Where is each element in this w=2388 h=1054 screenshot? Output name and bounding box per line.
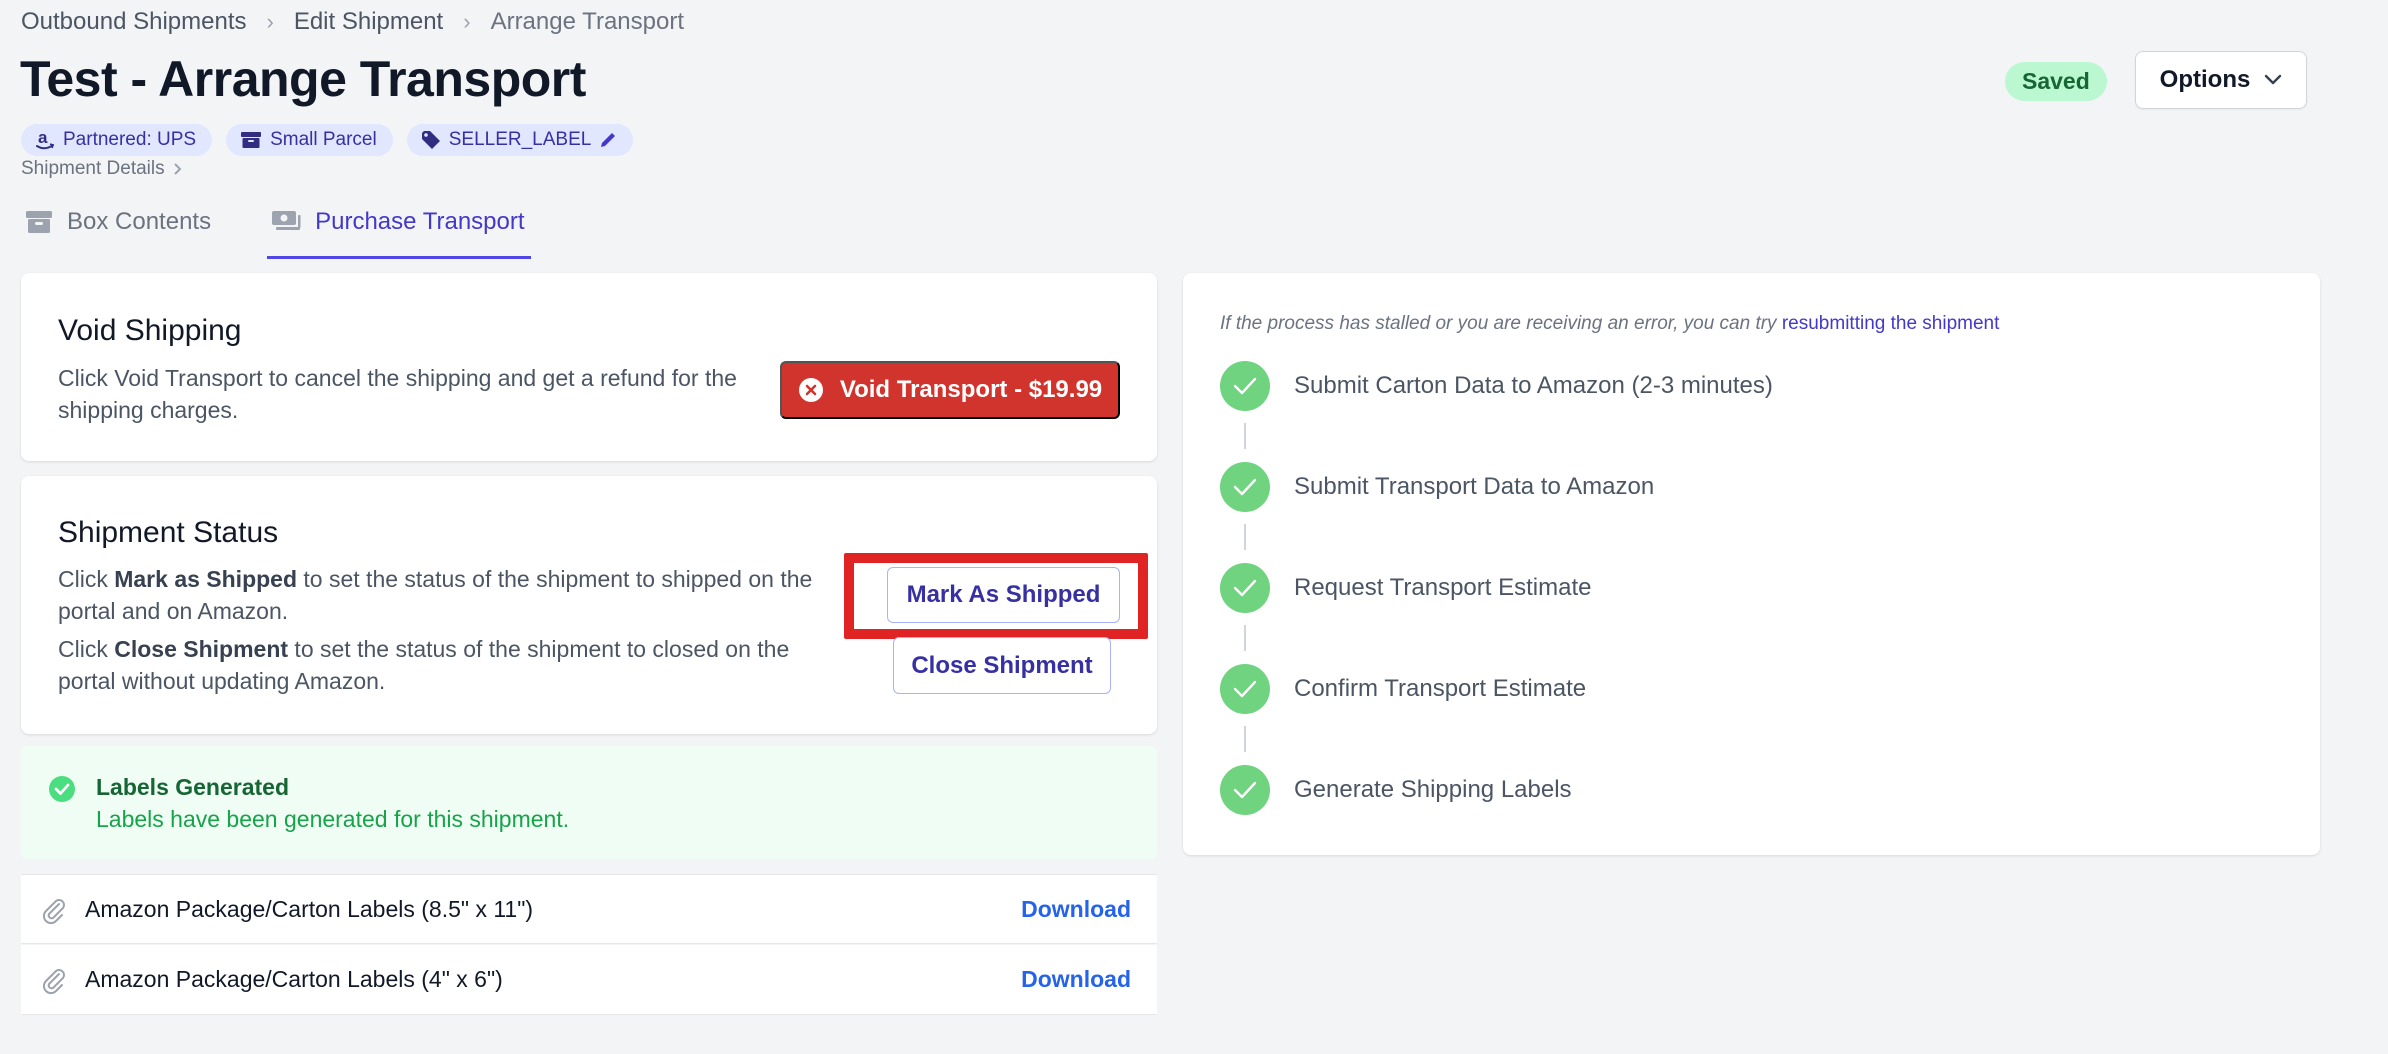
file-row: Amazon Package/Carton Labels (4" x 6") D… bbox=[21, 945, 1157, 1015]
breadcrumb-arrange-transport: Arrange Transport bbox=[490, 8, 684, 35]
pencil-icon[interactable] bbox=[599, 131, 617, 149]
tab-bar: Box Contents Purchase Transport bbox=[21, 196, 581, 259]
process-step: Generate Shipping Labels bbox=[1220, 765, 1572, 815]
void-transport-label: Void Transport - $19.99 bbox=[839, 376, 1103, 403]
labels-generated-text: Labels have been generated for this ship… bbox=[96, 806, 570, 832]
resubmit-note: If the process has stalled or you are re… bbox=[1220, 313, 2000, 334]
step-connector bbox=[1244, 524, 1246, 550]
labels-generated-banner: Labels Generated Labels have been genera… bbox=[21, 746, 1157, 859]
step-connector bbox=[1244, 625, 1246, 651]
process-step: Submit Transport Data to Amazon bbox=[1220, 462, 1654, 512]
options-button[interactable]: Options bbox=[2135, 51, 2307, 109]
archive-box-icon bbox=[241, 132, 262, 148]
tag-seller-label[interactable]: SELLER_LABEL bbox=[406, 124, 634, 156]
shipment-details-label: Shipment Details bbox=[21, 158, 165, 179]
check-icon bbox=[1220, 765, 1270, 815]
tag-small-parcel: Small Parcel bbox=[226, 124, 393, 156]
amazon-icon: a bbox=[36, 129, 55, 150]
check-icon bbox=[1220, 462, 1270, 512]
process-steps-card: If the process has stalled or you are re… bbox=[1183, 273, 2320, 855]
chevron-down-icon bbox=[2265, 74, 2282, 85]
shipment-status-title: Shipment Status bbox=[58, 516, 279, 549]
tab-purchase-transport[interactable]: Purchase Transport bbox=[267, 196, 531, 259]
process-step: Submit Carton Data to Amazon (2-3 minute… bbox=[1220, 361, 1773, 411]
check-icon bbox=[1220, 563, 1270, 613]
check-icon bbox=[1220, 664, 1270, 714]
step-label: Request Transport Estimate bbox=[1294, 574, 1592, 601]
options-button-label: Options bbox=[2159, 66, 2251, 93]
download-link[interactable]: Download bbox=[1021, 896, 1131, 923]
download-link[interactable]: Download bbox=[1021, 966, 1131, 993]
step-label: Generate Shipping Labels bbox=[1294, 776, 1572, 803]
page-title: Test - Arrange Transport bbox=[20, 51, 586, 107]
archive-box-icon bbox=[26, 211, 52, 233]
highlight-box bbox=[844, 553, 1148, 639]
step-label: Submit Transport Data to Amazon bbox=[1294, 473, 1655, 500]
check-icon bbox=[1220, 361, 1270, 411]
void-shipping-title: Void Shipping bbox=[58, 314, 242, 347]
tab-label: Purchase Transport bbox=[315, 208, 525, 235]
file-name: Amazon Package/Carton Labels (8.5" x 11"… bbox=[85, 895, 534, 922]
file-name: Amazon Package/Carton Labels (4" x 6") bbox=[85, 966, 503, 992]
check-circle-icon bbox=[49, 776, 75, 802]
labels-generated-title: Labels Generated bbox=[96, 774, 290, 800]
step-label: Submit Carton Data to Amazon (2-3 minute… bbox=[1294, 372, 1773, 399]
tag-partnered-ups: a Partnered: UPS bbox=[21, 124, 213, 156]
void-shipping-card: Void Shipping Click Void Transport to ca… bbox=[21, 273, 1157, 461]
chevron-right-icon: › bbox=[463, 9, 471, 34]
close-shipment-instruction: Click Close Shipment to set the status o… bbox=[58, 636, 790, 694]
step-label: Confirm Transport Estimate bbox=[1294, 675, 1587, 702]
tab-box-contents[interactable]: Box Contents bbox=[21, 196, 217, 259]
breadcrumb-edit-shipment[interactable]: Edit Shipment bbox=[294, 8, 443, 36]
saved-status-badge: Saved bbox=[2005, 62, 2107, 101]
mark-shipped-instruction: Click Mark as Shipped to set the status … bbox=[58, 566, 813, 624]
tag-label: Partnered: UPS bbox=[63, 129, 197, 150]
chevron-right-icon: › bbox=[266, 9, 274, 34]
step-connector bbox=[1244, 423, 1246, 449]
tab-label: Box Contents bbox=[67, 208, 212, 235]
truck-money-icon bbox=[272, 211, 301, 230]
shipment-tags: a Partnered: UPS Small Parcel SELLER_LAB… bbox=[21, 124, 634, 156]
close-shipment-button[interactable]: Close Shipment bbox=[893, 637, 1111, 694]
tag-label: SELLER_LABEL bbox=[448, 129, 592, 150]
breadcrumb-outbound-shipments[interactable]: Outbound Shipments bbox=[21, 8, 246, 36]
x-circle-icon bbox=[798, 378, 823, 402]
breadcrumb: Outbound Shipments › Edit Shipment › Arr… bbox=[21, 8, 684, 36]
svg-text:a: a bbox=[38, 129, 48, 147]
file-row: Amazon Package/Carton Labels (8.5" x 11"… bbox=[21, 874, 1157, 944]
step-connector bbox=[1244, 726, 1246, 752]
process-step: Confirm Transport Estimate bbox=[1220, 664, 1586, 714]
process-step: Request Transport Estimate bbox=[1220, 563, 1591, 613]
paperclip-icon bbox=[42, 899, 65, 925]
chevron-right-icon bbox=[173, 163, 182, 175]
tag-icon bbox=[421, 131, 440, 149]
void-shipping-text: Click Void Transport to cancel the shipp… bbox=[58, 365, 737, 423]
void-transport-button[interactable]: Void Transport - $19.99 bbox=[780, 361, 1120, 419]
paperclip-icon bbox=[42, 969, 65, 995]
shipment-details-link[interactable]: Shipment Details bbox=[21, 158, 183, 180]
resubmit-shipment-link[interactable]: resubmitting the shipment bbox=[1782, 313, 2000, 334]
tag-label: Small Parcel bbox=[270, 129, 377, 150]
